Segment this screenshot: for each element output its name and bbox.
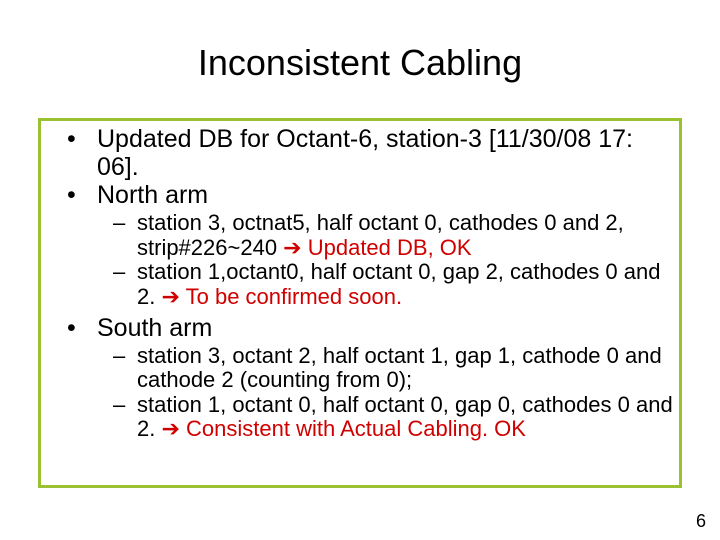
slide-title: Inconsistent Cabling [0,0,720,92]
south-sub-2: station 1, octant 0, half octant 0, gap … [43,393,677,442]
north-sub-2: station 1,octant0, half octant 0, gap 2,… [43,260,677,309]
north-sub-1: station 3, octnat5, half octant 0, catho… [43,211,677,260]
bullet-south-arm: South arm [43,314,677,342]
bullet-north-arm: North arm [43,181,677,209]
slide: Inconsistent Cabling Updated DB for Octa… [0,0,720,540]
south-sub-2-status: Consistent with Actual Cabling. OK [180,416,526,441]
content-box: Updated DB for Octant-6, station-3 [11/3… [38,118,682,488]
page-number: 6 [696,511,706,532]
south-sub-1: station 3, octant 2, half octant 1, gap … [43,344,677,393]
arrow-icon: ➔ [283,235,301,260]
bullet-list: Updated DB for Octant-6, station-3 [11/3… [43,125,677,209]
arrow-icon: ➔ [161,416,179,441]
north-sub-2-status: To be confirmed soon. [180,284,402,309]
north-sub-1-status: Updated DB, OK [302,235,472,260]
arrow-icon: ➔ [161,284,179,309]
bullet-updated-db: Updated DB for Octant-6, station-3 [11/3… [43,125,677,181]
south-arm-sublist: station 3, octant 2, half octant 1, gap … [43,344,677,443]
north-arm-sublist: station 3, octnat5, half octant 0, catho… [43,211,677,310]
bullet-list-2: South arm [43,314,677,342]
